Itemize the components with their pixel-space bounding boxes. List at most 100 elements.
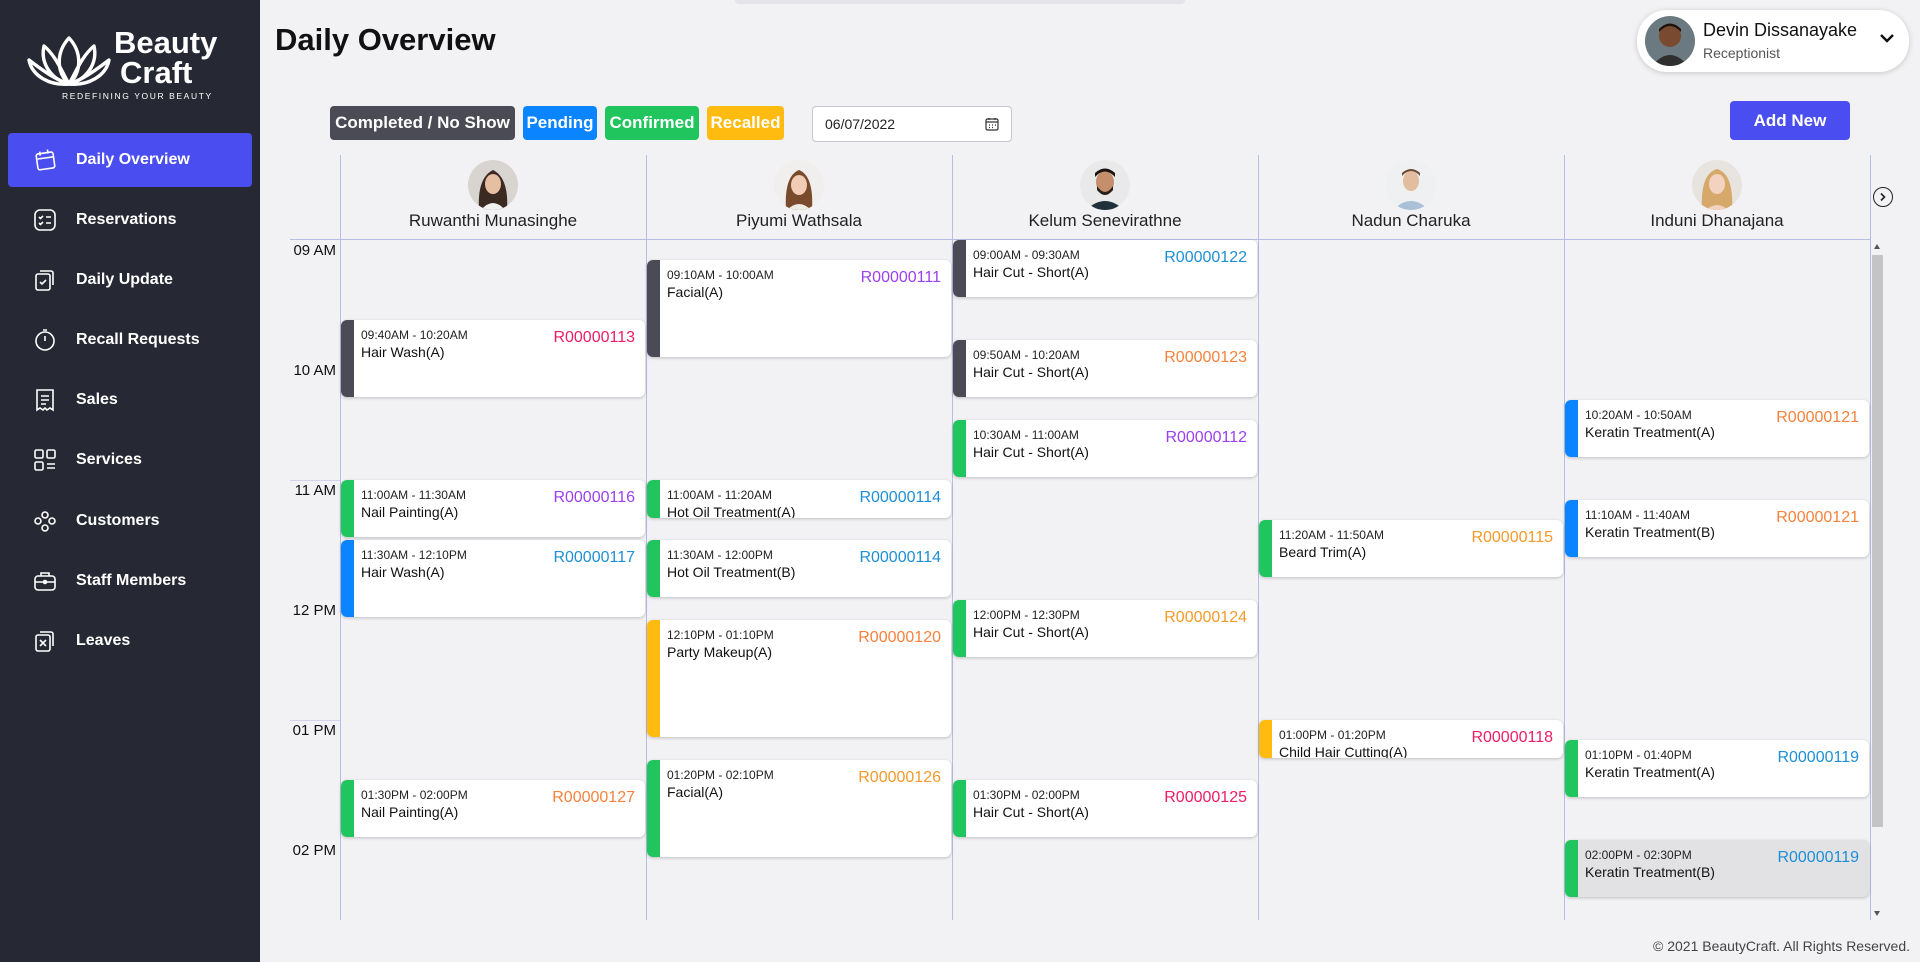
reservation-code[interactable]: R00000114: [859, 489, 941, 507]
appointment-card[interactable]: 10:20AM - 10:50AM Keratin Treatment(A) R00…: [1565, 400, 1869, 457]
staff-name: Ruwanthi Munasinghe: [408, 211, 578, 230]
sidebar-item-sales[interactable]: Sales: [8, 373, 252, 427]
reservation-code[interactable]: R00000124: [1164, 609, 1247, 627]
status-bar: [1259, 720, 1272, 758]
appointment-card[interactable]: 09:50AM - 10:20AM Hair Cut - Short(A) R000…: [953, 340, 1257, 397]
user-role: Receptionist: [1703, 45, 1781, 61]
appointment-service: Keratin Treatment(A): [1585, 764, 1715, 780]
appointment-card[interactable]: 11:30AM - 12:00PM Hot Oil Treatment(B) R00…: [647, 540, 951, 597]
sidebar-item-leaves[interactable]: Leaves: [8, 614, 252, 668]
avatar: [774, 160, 824, 210]
appointment-card[interactable]: 09:00AM - 09:30AM Hair Cut - Short(A) R000…: [953, 240, 1257, 297]
appointment-card[interactable]: 01:30PM - 02:00PM Hair Cut - Short(A) R000…: [953, 780, 1257, 837]
appointment-card[interactable]: 02:00PM - 02:30PM Keratin Treatment(B) R00…: [1565, 840, 1869, 897]
sidebar-item-services[interactable]: Services: [8, 433, 252, 487]
sidebar-item-label: Daily Overview: [76, 151, 190, 168]
status-bar: [341, 480, 354, 537]
appointment-time: 02:00PM - 02:30PM: [1585, 848, 1692, 862]
reservation-code[interactable]: R00000114: [859, 549, 941, 567]
add-new-button[interactable]: Add New: [1730, 101, 1850, 140]
appointment-card[interactable]: 09:40AM - 10:20AM Hair Wash(A) R00000113: [341, 320, 645, 397]
appointment-time: 11:30AM - 12:10PM: [361, 548, 467, 562]
sidebar-item-label: Reservations: [76, 211, 177, 228]
reservation-code[interactable]: R00000112: [1165, 429, 1247, 447]
chevron-right-icon: [1880, 192, 1886, 202]
appointment-card[interactable]: 01:00PM - 01:20PM Child Hair Cutting(A) R0…: [1259, 720, 1563, 758]
appointment-card[interactable]: 09:10AM - 10:00AM Facial(A) R00000111: [647, 260, 951, 357]
appointment-card[interactable]: 12:00PM - 12:30PM Hair Cut - Short(A) R000…: [953, 600, 1257, 657]
appointment-service: Facial(A): [667, 284, 724, 300]
appointment-time: 11:20AM - 11:50AM: [1279, 528, 1384, 542]
legend-label: Recalled: [710, 113, 781, 132]
appointment-time: 01:20PM - 02:10PM: [667, 768, 774, 782]
appointment-time: 09:50AM - 10:20AM: [973, 348, 1080, 362]
reservation-code[interactable]: R00000120: [858, 629, 941, 647]
appointment-card[interactable]: 12:10PM - 01:10PM Party Makeup(A) R0000012…: [647, 620, 951, 737]
reservation-code[interactable]: R00000115: [1471, 529, 1553, 547]
user-menu[interactable]: Devin Dissanayake Receptionist: [1637, 10, 1909, 72]
reservation-code[interactable]: R00000111: [861, 269, 941, 287]
status-bar: [647, 620, 660, 737]
scroll-down-arrow[interactable]: [1874, 911, 1880, 916]
status-bar: [1259, 520, 1272, 577]
status-bar: [647, 760, 660, 857]
appointment-card[interactable]: 01:10PM - 01:40PM Keratin Treatment(A) R00…: [1565, 740, 1869, 797]
appointment-time: 01:30PM - 02:00PM: [361, 788, 468, 802]
appointment-card[interactable]: 11:00AM - 11:20AM Hot Oil Treatment(A) R00…: [647, 480, 951, 518]
staff-column-header: Kelum Senevirathne: [952, 156, 1258, 240]
date-picker[interactable]: [812, 106, 1012, 142]
status-bar: [953, 780, 966, 837]
appointment-time: 12:10PM - 01:10PM: [667, 628, 774, 642]
status-bar: [953, 600, 966, 657]
brand-logo[interactable]: Beauty Craft REDEFINING YOUR BEAUTY: [26, 27, 236, 103]
appointment-card[interactable]: 01:20PM - 02:10PM Facial(A) R00000126: [647, 760, 951, 857]
legend-confirmed: Confirmed: [605, 106, 699, 140]
sidebar-item-daily-overview[interactable]: Daily Overview: [8, 133, 252, 187]
sidebar-item-daily-update[interactable]: Daily Update: [8, 253, 252, 307]
next-staff-button[interactable]: [1873, 187, 1893, 207]
reservation-code[interactable]: R00000125: [1164, 789, 1247, 807]
sidebar-item-recall-requests[interactable]: Recall Requests: [8, 313, 252, 367]
legend-label: Completed / No Show: [335, 113, 510, 132]
calendar-scrollbar[interactable]: [1870, 240, 1884, 920]
chevron-down-icon[interactable]: [1879, 32, 1895, 44]
staff-column-header: Nadun Charuka: [1258, 156, 1564, 240]
reservation-code[interactable]: R00000123: [1164, 349, 1247, 367]
sidebar-item-customers[interactable]: Customers: [8, 494, 252, 548]
staff-name: Nadun Charuka: [1351, 211, 1471, 230]
appointment-card[interactable]: 11:20AM - 11:50AM Beard Trim(A) R00000115: [1259, 520, 1563, 577]
appointment-service: Child Hair Cutting(A): [1279, 744, 1408, 758]
appointment-service: Nail Painting(A): [361, 804, 459, 820]
legend-recalled: Recalled: [707, 106, 784, 140]
scroll-up-arrow[interactable]: [1874, 244, 1880, 249]
briefcase-icon: [32, 568, 58, 594]
sidebar-item-staff-members[interactable]: Staff Members: [8, 554, 252, 608]
appointment-card[interactable]: 11:10AM - 11:40AM Keratin Treatment(B) R00…: [1565, 500, 1869, 557]
reservation-code[interactable]: R00000121: [1776, 409, 1859, 427]
reservation-code[interactable]: R00000116: [553, 489, 635, 507]
reservation-code[interactable]: R00000113: [553, 329, 635, 347]
page-title: Daily Overview: [275, 22, 496, 57]
sidebar-item-label: Recall Requests: [76, 331, 200, 348]
appointment-service: Hair Wash(A): [361, 344, 445, 360]
reservation-code[interactable]: R00000126: [858, 769, 941, 787]
hour-label: 10 AM: [293, 362, 336, 379]
appointment-card[interactable]: 11:30AM - 12:10PM Hair Wash(A) R00000117: [341, 540, 645, 617]
hour-label: 01 PM: [292, 722, 336, 739]
calendar-icon[interactable]: [985, 117, 999, 131]
scrollbar-thumb[interactable]: [1872, 255, 1883, 827]
reservation-code[interactable]: R00000119: [1777, 849, 1859, 867]
reservation-code[interactable]: R00000122: [1164, 249, 1247, 267]
reservation-code[interactable]: R00000121: [1776, 509, 1859, 527]
sidebar-item-reservations[interactable]: Reservations: [8, 193, 252, 247]
avatar: [1692, 160, 1742, 210]
staff-name: Kelum Senevirathne: [1028, 211, 1182, 230]
appointment-card[interactable]: 11:00AM - 11:30AM Nail Painting(A) R000001…: [341, 480, 645, 537]
reservation-code[interactable]: R00000127: [552, 789, 635, 807]
appointment-card[interactable]: 01:30PM - 02:00PM Nail Painting(A) R000001…: [341, 780, 645, 837]
reservation-code[interactable]: R00000119: [1777, 749, 1859, 767]
date-input[interactable]: [825, 116, 975, 132]
appointment-card[interactable]: 10:30AM - 11:00AM Hair Cut - Short(A) R000…: [953, 420, 1257, 477]
reservation-code[interactable]: R00000118: [1471, 729, 1553, 747]
reservation-code[interactable]: R00000117: [553, 549, 635, 567]
